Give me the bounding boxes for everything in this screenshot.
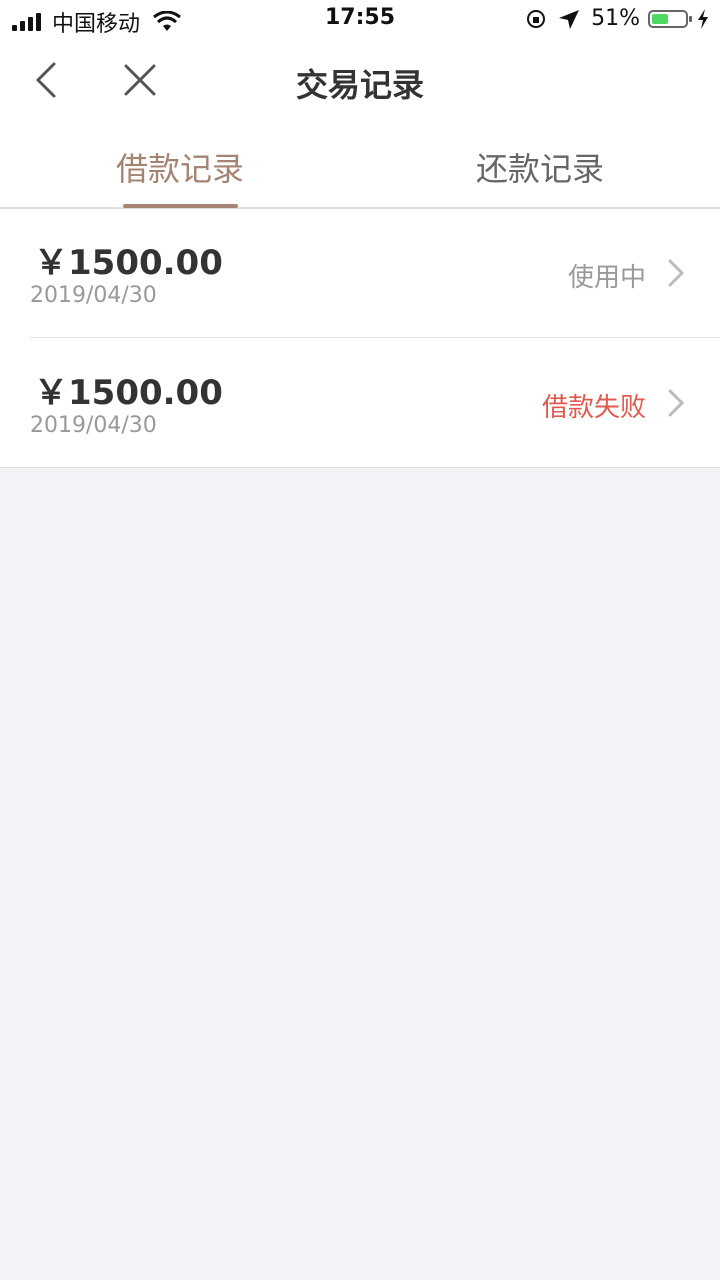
tab-bar: 借款记录 还款记录 — [0, 120, 720, 209]
record-date: 2019/04/30 — [30, 413, 157, 438]
chevron-right-icon — [668, 259, 685, 287]
record-status: 使用中 — [567, 263, 646, 293]
battery-percent: 51% — [591, 6, 640, 31]
active-tab-indicator — [123, 204, 238, 208]
record-date: 2019/04/30 — [30, 283, 157, 308]
tab-borrow-records[interactable]: 借款记录 — [0, 144, 360, 190]
list-item[interactable]: ￥1500.00 2019/04/30 借款失败 — [0, 339, 720, 467]
record-amount: ￥1500.00 — [34, 243, 223, 283]
navigation-bar: 交易记录 — [0, 40, 720, 120]
divider — [30, 337, 720, 338]
orientation-lock-icon — [527, 9, 546, 28]
chevron-right-icon — [668, 389, 685, 417]
record-status: 借款失败 — [541, 393, 646, 423]
battery-icon — [648, 9, 692, 28]
status-bar: 中国移动 17:55 51% — [0, 0, 720, 40]
charging-icon — [698, 8, 708, 29]
record-amount: ￥1500.00 — [34, 373, 223, 413]
list-item[interactable]: ￥1500.00 2019/04/30 使用中 — [0, 209, 720, 338]
location-icon — [559, 9, 580, 29]
tab-repay-records[interactable]: 还款记录 — [360, 144, 720, 190]
page-title: 交易记录 — [295, 66, 424, 104]
records-list: ￥1500.00 2019/04/30 使用中 ￥1500.00 2019/04… — [0, 209, 720, 468]
